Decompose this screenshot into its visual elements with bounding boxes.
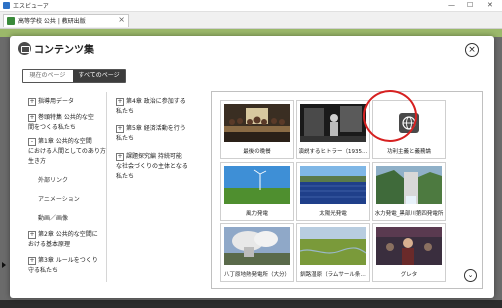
tree-item-label: 生き方: [28, 158, 47, 165]
tree-item-label: 第4章 政治に参加する: [126, 98, 186, 105]
app-icon: [3, 2, 10, 9]
bottom-toolbar: [0, 300, 502, 308]
maximize-button[interactable]: ☐: [467, 0, 473, 11]
solar-power-image: [300, 166, 366, 204]
tree-subitem-video-image[interactable]: 動画／画像: [38, 213, 68, 222]
tree-column-divider: [106, 92, 107, 282]
content-card[interactable]: 風力発電: [220, 162, 294, 221]
tree-item-label: おける基本原理: [28, 241, 71, 248]
tree-item-label: 私たち: [116, 135, 135, 142]
content-card[interactable]: 最後の晩餐: [220, 100, 294, 159]
app-title: エスビューア: [13, 3, 49, 10]
card-caption: 釧路湿原（ラムサール条…: [300, 272, 366, 278]
document-tab-close-button[interactable]: ×: [118, 15, 125, 24]
tree-item-label: 第1章 公共的な空間: [38, 138, 92, 145]
content-card[interactable]: グレタ: [372, 223, 446, 282]
tree-item-label: 私たち: [116, 173, 135, 180]
tree-subitem-animation[interactable]: アニメーション: [38, 194, 80, 203]
expand-icon[interactable]: +: [28, 97, 36, 106]
document-tab-label: 高等学校 公共 | 教研出版: [18, 18, 86, 25]
tree-item-chapter1-cont2: 生き方: [28, 157, 46, 167]
tree-item-chapter2-cont: おける基本原理: [28, 240, 70, 250]
document-tabbar: 高等学校 公共 | 教研出版 ×: [0, 12, 502, 29]
last-supper-image: [224, 104, 290, 142]
dialog-close-button[interactable]: ×: [465, 43, 479, 57]
card-caption: 風力発電: [245, 211, 268, 217]
tree-item-chapter4[interactable]: + 第4章 政治に参加する: [116, 97, 186, 107]
card-caption: 太陽光発電: [319, 211, 347, 217]
tree-item-chapter1-cont: における人間としてのあり方: [28, 147, 106, 157]
scope-all-pages-button[interactable]: すべてのページ: [73, 70, 125, 82]
content-card[interactable]: 釧路湿原（ラムサール条…: [296, 223, 370, 282]
tree-item-label: 巻頭特集 公共的な空: [38, 114, 94, 121]
tree-item-label: な社会づくりの主体となる: [116, 163, 188, 170]
geothermal-image: [224, 227, 290, 265]
page-prev-arrow-icon[interactable]: [2, 262, 6, 268]
close-window-button[interactable]: ✕: [487, 0, 493, 11]
scroll-down-button[interactable]: ⌄: [464, 269, 477, 282]
tree-item-teacher-data[interactable]: + 指導用データ: [28, 97, 74, 107]
card-caption: 演説するヒトラー（1935…: [298, 149, 368, 155]
tree-item-chapter4-cont: 私たち: [116, 107, 134, 117]
content-card[interactable]: 水力発電_黒部川第四発電所: [372, 162, 446, 221]
greta-image: [376, 227, 442, 265]
tree-item-label: 指導用データ: [38, 98, 75, 105]
tree-item-label: 間をつくる私たち: [28, 124, 76, 131]
tree-subitem-external-links[interactable]: 外部リンク: [38, 175, 68, 184]
contents-dialog: コンテンツ集 × 現在のページ すべてのページ + 指導用データ + 巻頭特集 公共…: [10, 36, 494, 298]
expand-icon[interactable]: +: [28, 113, 36, 122]
tree-item-chapter2[interactable]: + 第2章 公共的な空間に: [28, 230, 98, 240]
tree-item-label: 私たち: [116, 108, 135, 115]
card-caption: 水力発電_黒部川第四発電所: [374, 211, 444, 217]
content-grid: 最後の晩餐 演説するヒトラー（1935… 功利主義と義務論 風力発電 太陽光発電…: [211, 91, 483, 289]
expand-icon[interactable]: +: [28, 230, 36, 239]
collapse-icon[interactable]: -: [28, 137, 36, 146]
wind-power-image: [224, 166, 290, 204]
card-caption: 最後の晩餐: [243, 149, 271, 155]
close-icon: ×: [468, 45, 476, 55]
hydro-power-image: [376, 166, 442, 204]
tree-item-label: 課題探究編 持続可能: [126, 153, 182, 160]
minimize-button[interactable]: —: [448, 0, 455, 11]
tree-item-feature-cont: 間をつくる私たち: [28, 123, 76, 133]
tree-item-chapter3[interactable]: + 第3章 ルールをつくり: [28, 256, 98, 266]
document-tab[interactable]: 高等学校 公共 | 教研出版 ×: [3, 14, 129, 27]
tree-item-label: 第5章 経済活動を行う: [126, 125, 186, 132]
expand-icon[interactable]: +: [28, 256, 36, 265]
content-card[interactable]: 太陽光発電: [296, 162, 370, 221]
tree-item-chapter1[interactable]: - 第1章 公共的な空間: [28, 137, 92, 147]
tree-item-chapter5[interactable]: + 第5章 経済活動を行う: [116, 124, 186, 134]
tree-item-inquiry[interactable]: + 課題探究編 持続可能: [116, 152, 182, 162]
kushiro-marsh-image: [300, 227, 366, 265]
contents-icon: [18, 42, 31, 55]
card-caption: 功利主義と義務論: [386, 149, 431, 155]
expand-icon[interactable]: +: [116, 152, 124, 161]
tree-item-chapter5-cont: 私たち: [116, 134, 134, 144]
content-card[interactable]: 八丁原地熱発電所（大分）: [220, 223, 294, 282]
window-titlebar: エスビューア — ☐ ✕: [0, 0, 502, 12]
expand-icon[interactable]: +: [116, 124, 124, 133]
tree-item-inquiry-cont2: 私たち: [116, 172, 134, 182]
content-card[interactable]: 演説するヒトラー（1935…: [296, 100, 370, 159]
card-caption: グレタ: [400, 272, 418, 278]
tree-item-label: 第2章 公共的な空間に: [38, 231, 98, 238]
card-caption: 八丁原地熱発電所（大分）: [223, 272, 290, 278]
highlight-ring: [363, 90, 417, 142]
expand-icon[interactable]: +: [116, 97, 124, 106]
scope-current-page-button[interactable]: 現在のページ: [23, 70, 72, 82]
tree-item-feature[interactable]: + 巻頭特集 公共的な空: [28, 113, 94, 123]
dialog-title: コンテンツ集: [34, 45, 94, 56]
hitler-speech-image: [300, 104, 366, 142]
tree-item-label: における人間としてのあり方: [28, 148, 106, 155]
scope-toggle: 現在のページ すべてのページ: [22, 69, 126, 83]
tree-item-inquiry-cont: な社会づくりの主体となる: [116, 162, 188, 172]
book-icon: [7, 17, 15, 25]
chevron-down-icon: ⌄: [467, 271, 474, 279]
tree-item-label: 第3章 ルールをつくり: [38, 257, 98, 264]
tree-item-chapter3-cont: 守る私たち: [28, 266, 58, 276]
tree-item-label: 守る私たち: [28, 267, 59, 274]
